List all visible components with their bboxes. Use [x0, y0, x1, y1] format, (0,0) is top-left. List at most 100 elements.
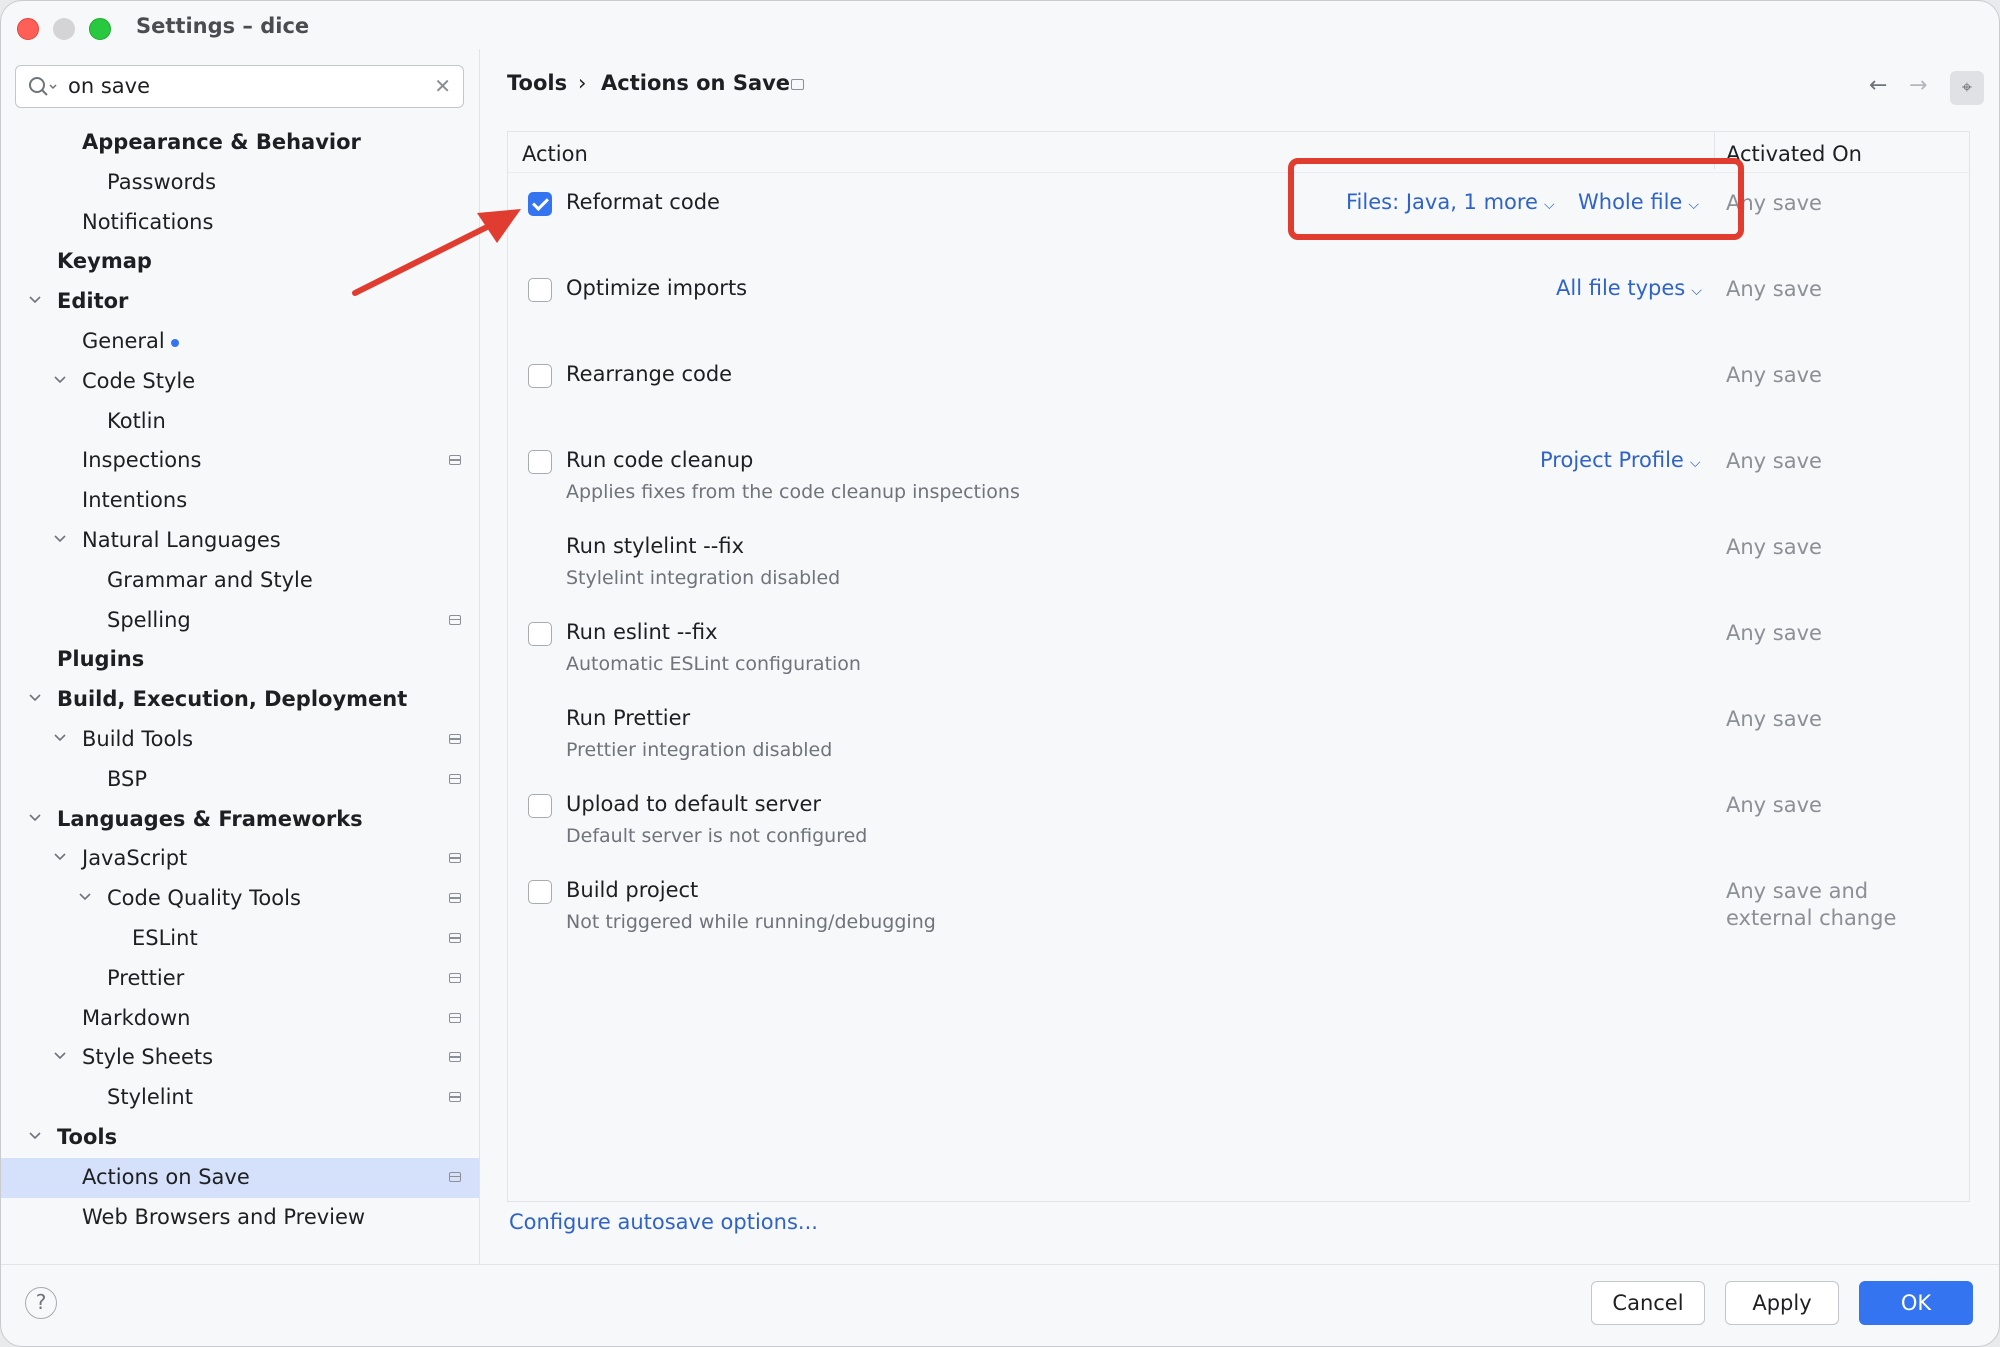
action-description: Automatic ESLint configuration — [566, 653, 861, 675]
chevron-down-icon[interactable] — [77, 889, 93, 905]
cancel-button[interactable]: Cancel — [1591, 1281, 1705, 1325]
project-settings-icon — [449, 1171, 461, 1182]
action-checkbox[interactable] — [528, 622, 552, 646]
action-checkbox[interactable] — [528, 880, 552, 904]
activated-on-value[interactable]: Any save — [1726, 448, 1822, 475]
sidebar-item[interactable]: Appearance & Behavior — [1, 123, 479, 163]
action-checkbox[interactable] — [528, 794, 552, 818]
column-header-activated-on: Activated On — [1726, 142, 1862, 166]
apply-button[interactable]: Apply — [1725, 1281, 1839, 1325]
arrow-left-icon[interactable]: ← — [1869, 73, 1887, 98]
sidebar-item-label: Tools — [57, 1125, 118, 1149]
actions-table: Action Activated On Reformat code Files: … — [507, 131, 1970, 1202]
activated-on-value[interactable]: Any save — [1726, 276, 1822, 303]
modified-indicator — [171, 339, 179, 347]
chevron-down-icon[interactable] — [52, 849, 68, 865]
sidebar-item-label: Web Browsers and Preview — [82, 1204, 366, 1229]
sidebar-item[interactable]: Stylelint — [1, 1078, 479, 1118]
sidebar-item[interactable]: Languages & Frameworks — [1, 800, 479, 840]
header-divider — [508, 172, 1969, 173]
sidebar-item[interactable]: Web Browsers and Preview — [1, 1198, 479, 1238]
chevron-down-icon[interactable] — [52, 531, 68, 547]
sidebar-item[interactable]: Build Tools — [1, 720, 479, 760]
sidebar-item-label: Actions on Save — [82, 1164, 250, 1189]
sidebar-item[interactable]: General — [1, 322, 479, 362]
configure-autosave-link[interactable]: Configure autosave options... — [509, 1210, 818, 1234]
scope-dropdown[interactable]: All file types ⌵ — [1556, 276, 1702, 300]
sidebar-item[interactable]: Spelling — [1, 601, 479, 641]
search-input[interactable]: on save — [68, 74, 150, 98]
action-row: Run eslint --fix Automatic ESLint configu… — [508, 620, 1969, 700]
sidebar-item-label: Style Sheets — [82, 1045, 214, 1070]
sidebar-item[interactable]: Intentions — [1, 481, 479, 521]
scope-dropdown[interactable]: Project Profile ⌵ — [1540, 448, 1700, 472]
action-row: Reformat code Files: Java, 1 more ⌵ Whole f… — [508, 190, 1969, 270]
sidebar-item[interactable]: Markdown — [1, 999, 479, 1039]
close-window-button[interactable] — [17, 18, 39, 40]
scope-dropdown-label: Project Profile — [1540, 448, 1684, 472]
activated-on-value[interactable]: Any save — [1726, 362, 1822, 389]
sidebar-item-label: Spelling — [107, 607, 191, 632]
action-description: Prettier integration disabled — [566, 739, 833, 761]
breadcrumb-parent[interactable]: Tools — [507, 71, 567, 95]
help-icon[interactable]: ? — [25, 1287, 57, 1319]
sidebar-item[interactable]: Build, Execution, Deployment — [1, 680, 479, 720]
sidebar-item[interactable]: Kotlin — [1, 402, 479, 442]
activated-on-value[interactable]: Any save — [1726, 792, 1822, 819]
sidebar-item[interactable]: Plugins — [1, 640, 479, 680]
action-description: Default server is not configured — [566, 825, 868, 847]
action-row: Optimize imports All file types ⌵ Any save — [508, 276, 1969, 356]
chevron-down-icon: ⌵ — [1691, 283, 1702, 299]
action-checkbox[interactable] — [528, 364, 552, 388]
annotation-highlight-box — [1288, 158, 1744, 240]
arrow-right-icon[interactable]: → — [1909, 73, 1927, 98]
ok-button[interactable]: OK — [1859, 1281, 1973, 1325]
sidebar-item[interactable]: Natural Languages — [1, 521, 479, 561]
sidebar-item[interactable]: Code Quality Tools — [1, 879, 479, 919]
action-title: Optimize imports — [566, 276, 748, 300]
chevron-down-icon[interactable] — [52, 1048, 68, 1064]
search-field[interactable]: on save ✕ — [15, 65, 464, 108]
chevron-down-icon[interactable] — [27, 292, 43, 308]
activated-on-value[interactable]: Any save and external change — [1726, 878, 1896, 932]
action-title: Run eslint --fix — [566, 620, 718, 644]
sidebar-item-label: Notifications — [82, 209, 214, 234]
chevron-down-icon[interactable] — [27, 1128, 43, 1144]
sidebar-item[interactable]: Inspections — [1, 441, 479, 481]
activated-on-value[interactable]: Any save — [1726, 620, 1822, 647]
sidebar-item-label: Stylelint — [107, 1085, 193, 1110]
sidebar-item[interactable]: ESLint — [1, 919, 479, 959]
sidebar-item-label: Kotlin — [107, 408, 166, 433]
sidebar-item-label: Build Tools — [82, 727, 194, 751]
chevron-down-icon[interactable] — [27, 810, 43, 826]
sidebar-item-label: ESLint — [132, 926, 198, 950]
close-icon[interactable]: ✕ — [434, 74, 451, 98]
project-settings-icon — [449, 853, 461, 864]
action-title: Rearrange code — [566, 362, 733, 386]
minimize-window-button[interactable] — [53, 18, 75, 40]
activated-on-value[interactable]: Any save — [1726, 706, 1822, 733]
zoom-window-button[interactable] — [89, 18, 111, 40]
sidebar-item[interactable]: Tools — [1, 1118, 479, 1158]
project-settings-icon — [449, 1092, 461, 1103]
sidebar-item-label: Inspections — [82, 448, 202, 473]
activated-on-value[interactable]: Any save — [1726, 534, 1822, 561]
chevron-down-icon[interactable] — [52, 372, 68, 388]
action-title: Run stylelint --fix — [566, 534, 744, 558]
sidebar-item[interactable]: Grammar and Style — [1, 561, 479, 601]
sidebar-item-label: Languages & Frameworks — [57, 806, 363, 831]
sidebar-item[interactable]: Code Style — [1, 362, 479, 402]
sidebar-item-label: Natural Languages — [82, 528, 281, 552]
chevron-down-icon[interactable] — [52, 730, 68, 746]
action-checkbox[interactable] — [528, 450, 552, 474]
chevron-down-icon[interactable] — [27, 690, 43, 706]
project-settings-icon — [449, 1052, 461, 1063]
sidebar-item[interactable]: Style Sheets — [1, 1038, 479, 1078]
sidebar-item[interactable]: BSP — [1, 760, 479, 800]
action-description: Not triggered while running/debugging — [566, 911, 936, 933]
project-settings-icon — [449, 734, 461, 744]
pin-icon[interactable]: ⌖ — [1950, 71, 1984, 105]
sidebar-item[interactable]: Actions on Save — [1, 1157, 479, 1198]
sidebar-item[interactable]: Prettier — [1, 959, 479, 999]
sidebar-item[interactable]: JavaScript — [1, 839, 479, 879]
